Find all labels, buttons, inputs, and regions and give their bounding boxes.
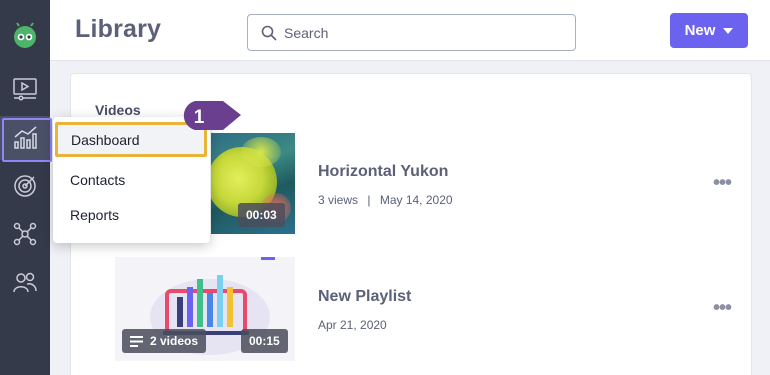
header: Library New	[50, 0, 770, 61]
playlist-title[interactable]: New Playlist	[318, 288, 411, 306]
target-icon	[14, 175, 36, 197]
playlist-icon	[130, 335, 143, 347]
search-icon	[261, 25, 277, 41]
new-button-label: New	[684, 22, 716, 39]
video-player-icon	[13, 78, 37, 101]
search-input[interactable]	[284, 20, 564, 46]
duration-badge: 00:03	[238, 203, 285, 227]
search-box[interactable]	[247, 14, 576, 51]
sidebar	[0, 0, 52, 375]
menu-item-label: Dashboard	[71, 131, 140, 148]
network-icon	[13, 222, 37, 246]
sidebar-item-people[interactable]	[0, 260, 50, 304]
menu-item-contacts[interactable]: Contacts	[70, 172, 125, 188]
video-meta: 3 views | May 14, 2020	[318, 193, 453, 207]
sidebar-item-integrations[interactable]	[0, 212, 50, 256]
menu-item-reports[interactable]: Reports	[70, 207, 119, 223]
step-callout: 1	[183, 101, 241, 130]
meta-separator: |	[367, 193, 371, 207]
playlist-thumbnail[interactable]: 2 videos 00:15	[115, 257, 295, 361]
more-options-icon[interactable]: •••	[713, 298, 732, 318]
duration-badge: 00:15	[241, 329, 288, 353]
sidebar-item-targeting[interactable]	[0, 164, 50, 208]
video-date: May 14, 2020	[379, 193, 453, 207]
analytics-icon	[14, 126, 37, 149]
contacts-icon	[13, 272, 37, 293]
playlist-count-badge: 2 videos	[122, 329, 207, 353]
video-title[interactable]: Horizontal Yukon	[318, 163, 448, 181]
section-label-videos: Videos	[95, 102, 141, 118]
sidebar-item-videos[interactable]	[0, 67, 50, 111]
more-options-icon[interactable]: •••	[713, 173, 732, 193]
view-count: 3 views	[318, 193, 359, 207]
playlist-date: Apr 21, 2020	[318, 318, 387, 332]
step-number: 1	[194, 107, 205, 128]
video-thumbnail[interactable]: 00:03	[211, 133, 295, 234]
sidebar-item-analytics[interactable]	[0, 116, 52, 162]
video-count: 2 videos	[150, 334, 199, 348]
logo-icon[interactable]	[11, 22, 39, 50]
chevron-down-icon	[723, 27, 734, 34]
new-button[interactable]: New	[670, 13, 748, 48]
page-title: Library	[75, 15, 162, 43]
